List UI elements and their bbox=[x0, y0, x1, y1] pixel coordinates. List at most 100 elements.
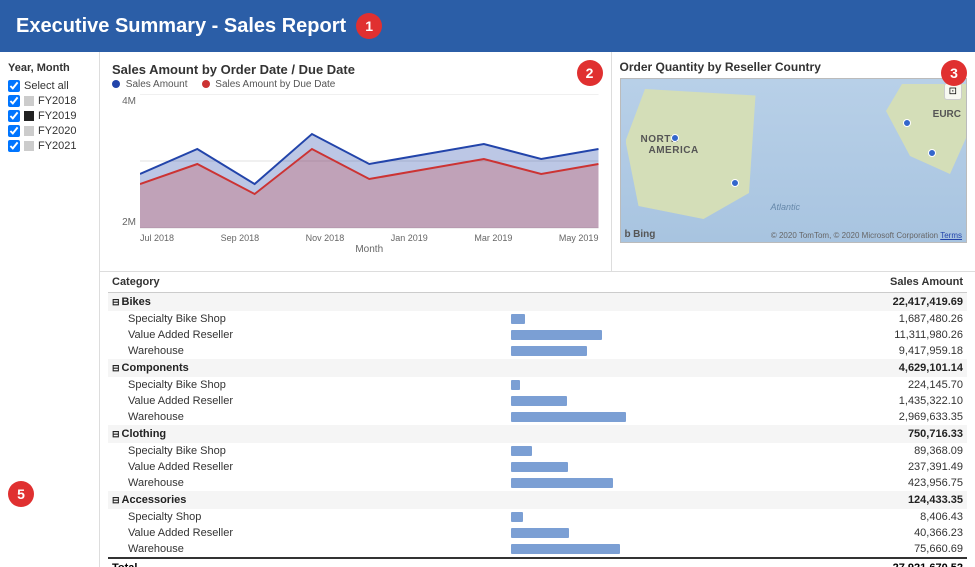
sub-value: 9,417,959.18 bbox=[691, 343, 967, 359]
fy2019-color bbox=[24, 111, 34, 121]
table-row: Specialty Bike Shop 224,145.70 bbox=[108, 377, 967, 393]
bar-container bbox=[511, 478, 687, 488]
badge-2: 2 bbox=[577, 60, 603, 86]
map-dot-3 bbox=[903, 119, 911, 127]
expand-icon[interactable]: ⊟ bbox=[112, 429, 120, 440]
table-row: Specialty Bike Shop 1,687,480.26 bbox=[108, 311, 967, 327]
fy2020-color bbox=[24, 126, 34, 136]
col-header-bar bbox=[491, 272, 691, 293]
y-label-2m: 2M bbox=[112, 217, 136, 228]
bar-container bbox=[511, 380, 687, 390]
table-row: Specialty Shop 8,406.43 bbox=[108, 509, 967, 525]
legend-dot-due bbox=[202, 80, 210, 88]
sub-value: 89,368.09 bbox=[691, 443, 967, 459]
sub-bar-cell bbox=[491, 525, 691, 541]
bar-fill bbox=[511, 380, 520, 390]
bar-fill bbox=[511, 544, 620, 554]
sub-value: 75,660.69 bbox=[691, 541, 967, 558]
sub-name: Warehouse bbox=[108, 343, 491, 359]
map-label-eu: EURC bbox=[933, 109, 961, 120]
legend-due-date: Sales Amount by Due Date bbox=[202, 79, 336, 90]
x-label-may19: May 2019 bbox=[559, 233, 599, 243]
table-row: ⊟Bikes 22,417,419.69 bbox=[108, 293, 967, 312]
bar-fill bbox=[511, 330, 602, 340]
col-header-category: Category bbox=[108, 272, 491, 293]
badge-5: 5 bbox=[8, 481, 34, 507]
bar-fill bbox=[511, 412, 626, 422]
sub-name: Warehouse bbox=[108, 409, 491, 425]
fy2020-checkbox[interactable] bbox=[8, 125, 20, 137]
sub-value: 1,435,322.10 bbox=[691, 393, 967, 409]
sub-value: 8,406.43 bbox=[691, 509, 967, 525]
bar-fill bbox=[511, 396, 567, 406]
filter-fy2021[interactable]: FY2021 bbox=[8, 140, 91, 152]
filter-select-all[interactable]: Select all bbox=[8, 80, 91, 92]
fy2018-color bbox=[24, 96, 34, 106]
bing-label: b Bing bbox=[625, 229, 656, 240]
y-axis: 4M 2M bbox=[112, 94, 140, 242]
map-copyright: © 2020 TomTom, © 2020 Microsoft Corporat… bbox=[771, 231, 962, 240]
bar-fill bbox=[511, 462, 568, 472]
header: Executive Summary - Sales Report 1 bbox=[0, 0, 975, 52]
chart-svg-area: Jul 2018 Sep 2018 Nov 2018 Jan 2019 Mar … bbox=[140, 94, 599, 242]
map-dot-4 bbox=[928, 149, 936, 157]
sub-value: 423,956.75 bbox=[691, 475, 967, 491]
sub-name: Warehouse bbox=[108, 475, 491, 491]
table-row: ⊟Clothing 750,716.33 bbox=[108, 425, 967, 443]
map-atlantic-label: Atlantic bbox=[771, 202, 801, 212]
bar-fill bbox=[511, 446, 532, 456]
filter-fy2020[interactable]: FY2020 bbox=[8, 125, 91, 137]
legend-due-label: Sales Amount by Due Date bbox=[215, 79, 335, 90]
table-row: Value Added Reseller 1,435,322.10 bbox=[108, 393, 967, 409]
map-title: Order Quantity by Reseller Country bbox=[620, 60, 968, 74]
fy2021-checkbox[interactable] bbox=[8, 140, 20, 152]
category-bar-cell bbox=[491, 491, 691, 509]
badge-3: 3 bbox=[941, 60, 967, 86]
category-bar-cell bbox=[491, 359, 691, 377]
sub-bar-cell bbox=[491, 327, 691, 343]
sub-bar-cell bbox=[491, 459, 691, 475]
fy2019-checkbox[interactable] bbox=[8, 110, 20, 122]
table-row: Value Added Reseller 11,311,980.26 bbox=[108, 327, 967, 343]
expand-icon[interactable]: ⊟ bbox=[112, 297, 120, 308]
sub-name: Value Added Reseller bbox=[108, 459, 491, 475]
expand-icon[interactable]: ⊟ bbox=[112, 495, 120, 506]
filter-title: Year, Month bbox=[8, 62, 91, 74]
col-header-amount: Sales Amount bbox=[691, 272, 967, 293]
filter-label: Select all bbox=[24, 80, 69, 92]
select-all-checkbox[interactable] bbox=[8, 80, 20, 92]
category-value: 22,417,419.69 bbox=[691, 293, 967, 312]
table-row: Warehouse 9,417,959.18 bbox=[108, 343, 967, 359]
bar-container bbox=[511, 446, 687, 456]
table-area: Category Sales Amount ⊟Bikes 22,417,419.… bbox=[100, 272, 975, 567]
badge-1: 1 bbox=[356, 13, 382, 39]
total-label: Total bbox=[108, 558, 491, 567]
sales-table: Category Sales Amount ⊟Bikes 22,417,419.… bbox=[108, 272, 967, 567]
bar-fill bbox=[511, 512, 523, 522]
bar-fill bbox=[511, 346, 587, 356]
x-axis-label: Month bbox=[140, 244, 599, 255]
category-value: 750,716.33 bbox=[691, 425, 967, 443]
filter-fy2018-label: FY2018 bbox=[38, 95, 77, 107]
x-axis-labels: Jul 2018 Sep 2018 Nov 2018 Jan 2019 Mar … bbox=[140, 233, 599, 243]
bar-container bbox=[511, 544, 687, 554]
sub-name: Warehouse bbox=[108, 541, 491, 558]
filter-fy2018[interactable]: FY2018 bbox=[8, 95, 91, 107]
table-row: Warehouse 2,969,633.35 bbox=[108, 409, 967, 425]
sub-name: Value Added Reseller bbox=[108, 393, 491, 409]
map-dot-2 bbox=[731, 179, 739, 187]
expand-icon[interactable]: ⊟ bbox=[112, 363, 120, 374]
sub-value: 1,687,480.26 bbox=[691, 311, 967, 327]
category-bar-cell bbox=[491, 425, 691, 443]
bar-fill bbox=[511, 314, 525, 324]
chart-legend: Sales Amount Sales Amount by Due Date bbox=[112, 79, 599, 90]
category-name: ⊟Accessories bbox=[108, 491, 491, 509]
sub-name: Specialty Bike Shop bbox=[108, 311, 491, 327]
fy2018-checkbox[interactable] bbox=[8, 95, 20, 107]
sub-bar-cell bbox=[491, 393, 691, 409]
table-wrapper: Category Sales Amount ⊟Bikes 22,417,419.… bbox=[108, 272, 967, 567]
filter-fy2019[interactable]: FY2019 bbox=[8, 110, 91, 122]
legend-dot-sales bbox=[112, 80, 120, 88]
sub-value: 237,391.49 bbox=[691, 459, 967, 475]
map-container: NORTH AMERICA EURC Atlantic b Bing © 202… bbox=[620, 78, 968, 243]
